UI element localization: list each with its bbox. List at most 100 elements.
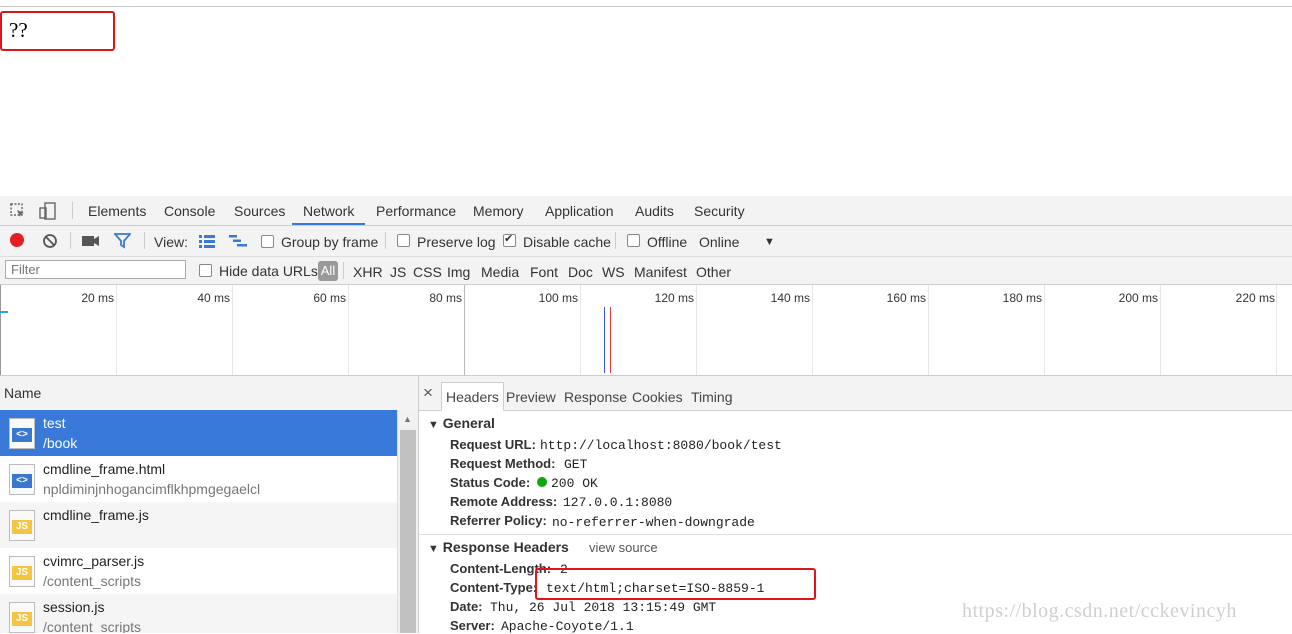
toolbar-separator xyxy=(70,232,71,249)
tab-performance[interactable]: Performance xyxy=(376,196,456,225)
filter-type-ws[interactable]: WS xyxy=(602,264,625,280)
tab-application[interactable]: Application xyxy=(545,196,614,225)
js-file-icon: JS xyxy=(9,602,35,633)
filter-type-font[interactable]: Font xyxy=(530,264,558,280)
offline-checkbox[interactable] xyxy=(627,234,640,247)
scroll-up-arrow-icon[interactable]: ▲ xyxy=(403,414,412,424)
large-rows-icon[interactable] xyxy=(199,234,215,252)
preserve-log-checkbox[interactable] xyxy=(397,234,410,247)
filter-type-css[interactable]: CSS xyxy=(413,264,442,280)
timeline-tick-label: 20 ms xyxy=(81,291,114,305)
record-button[interactable] xyxy=(10,233,24,247)
devtools-tab-bar: Elements Console Sources Network Perform… xyxy=(0,196,1292,226)
requests-list: <> test /book <> cmdline_frame.html npld… xyxy=(0,410,397,633)
request-name: cmdline_frame.html xyxy=(43,461,166,477)
timeline-tick-label: 140 ms xyxy=(770,291,810,305)
filter-type-all[interactable]: All xyxy=(318,261,338,281)
timeline-tick-label: 200 ms xyxy=(1118,291,1158,305)
request-path: npldiminjnhogancimflkhpmgegaelcl xyxy=(43,481,261,497)
referrer-policy-key: Referrer Policy: xyxy=(450,513,547,528)
dropdown-arrow-icon[interactable]: ▼ xyxy=(764,234,775,250)
close-icon[interactable]: × xyxy=(423,383,433,403)
triangle-down-icon: ▼ xyxy=(428,419,439,431)
timeline-tick-label: 80 ms xyxy=(429,291,462,305)
disable-cache-label[interactable]: Disable cache xyxy=(523,234,611,250)
name-column-header[interactable]: Name xyxy=(4,385,41,401)
timeline-gridline xyxy=(812,285,813,375)
request-name: test xyxy=(43,415,66,431)
filter-type-js[interactable]: JS xyxy=(390,264,406,280)
filter-type-xhr[interactable]: XHR xyxy=(353,264,383,280)
requests-scrollbar[interactable]: ▲ xyxy=(397,410,419,633)
filter-type-media[interactable]: Media xyxy=(481,264,519,280)
timeline-tick-label: 220 ms xyxy=(1235,291,1275,305)
remote-address-value: 127.0.0.1:8080 xyxy=(563,495,673,510)
timeline-tick-label: 60 ms xyxy=(313,291,346,305)
request-path: /content_scripts xyxy=(43,573,142,589)
page-top-border xyxy=(0,6,1292,7)
filter-type-img[interactable]: Img xyxy=(447,264,470,280)
camera-icon[interactable] xyxy=(82,234,100,252)
load-event-marker xyxy=(610,307,611,373)
request-row-cvimrc-parser-js[interactable]: JS cvimrc_parser.js /content_scripts xyxy=(0,548,397,594)
detail-tab-cookies[interactable]: Cookies xyxy=(632,389,683,405)
tab-memory[interactable]: Memory xyxy=(473,196,524,225)
timeline-tick-label: 40 ms xyxy=(197,291,230,305)
js-file-icon: JS xyxy=(9,510,35,541)
watermark: https://blog.csdn.net/cckevincyh xyxy=(962,600,1237,622)
tab-elements[interactable]: Elements xyxy=(88,196,146,225)
detail-tab-timing[interactable]: Timing xyxy=(691,389,733,405)
clear-icon[interactable] xyxy=(42,233,58,253)
waterfall-icon[interactable] xyxy=(229,234,247,252)
timeline-gridline xyxy=(232,285,233,375)
view-source-link[interactable]: view source xyxy=(589,540,658,555)
content-type-key: Content-Type: xyxy=(450,580,538,595)
throttling-select[interactable]: Online xyxy=(699,234,739,250)
filter-type-manifest[interactable]: Manifest xyxy=(634,264,687,280)
tab-audits[interactable]: Audits xyxy=(635,196,674,225)
tab-network[interactable]: Network xyxy=(292,196,366,225)
tab-security[interactable]: Security xyxy=(694,196,745,225)
filter-type-other[interactable]: Other xyxy=(696,264,731,280)
timeline-gridline xyxy=(464,285,465,375)
preserve-log-label[interactable]: Preserve log xyxy=(417,234,496,250)
timeline-gridline xyxy=(116,285,117,375)
timeline-gridline xyxy=(928,285,929,375)
request-row-test[interactable]: <> test /book xyxy=(0,410,397,456)
request-row-cmdline-frame-js[interactable]: JS cmdline_frame.js xyxy=(0,502,397,548)
general-section-toggle[interactable]: ▼ General xyxy=(428,415,495,431)
timeline-overview[interactable]: 20 ms 40 ms 60 ms 80 ms 100 ms 120 ms 14… xyxy=(0,285,1292,376)
request-row-session-js[interactable]: JS session.js /content_scripts xyxy=(0,594,397,633)
detail-tab-response[interactable]: Response xyxy=(564,389,627,405)
detail-tab-headers[interactable]: Headers xyxy=(441,382,504,411)
group-by-frame-checkbox[interactable] xyxy=(261,235,274,248)
scrollbar-thumb[interactable] xyxy=(400,430,416,633)
response-headers-section-toggle[interactable]: ▼ Response Headers xyxy=(428,539,569,555)
inspect-element-icon[interactable] xyxy=(9,202,27,220)
filter-separator xyxy=(343,262,344,279)
tab-separator xyxy=(72,202,73,219)
disable-cache-checkbox[interactable] xyxy=(503,232,516,247)
remote-address-key: Remote Address: xyxy=(450,494,558,509)
request-name: cvimrc_parser.js xyxy=(43,553,145,569)
filter-input[interactable] xyxy=(5,260,186,279)
device-toolbar-icon[interactable] xyxy=(39,202,57,220)
hide-data-urls-checkbox[interactable] xyxy=(199,264,212,277)
detail-tab-preview[interactable]: Preview xyxy=(506,389,556,405)
filter-icon[interactable] xyxy=(113,233,132,253)
server-value: Apache-Coyote/1.1 xyxy=(501,619,634,634)
offline-label[interactable]: Offline xyxy=(647,234,687,250)
timeline-tick-label: 120 ms xyxy=(654,291,694,305)
tab-sources[interactable]: Sources xyxy=(234,196,285,225)
server-key: Server: xyxy=(450,618,495,633)
request-row-cmdline-frame-html[interactable]: <> cmdline_frame.html npldiminjnhogancim… xyxy=(0,456,397,502)
timeline-gridline xyxy=(1276,285,1277,375)
request-name: cmdline_frame.js xyxy=(43,507,149,523)
hide-data-urls-label[interactable]: Hide data URLs xyxy=(219,263,318,279)
pane-splitter[interactable] xyxy=(418,376,419,633)
tab-console[interactable]: Console xyxy=(164,196,215,225)
requests-list-header: Name xyxy=(0,376,419,411)
filter-type-doc[interactable]: Doc xyxy=(568,264,593,280)
triangle-down-icon: ▼ xyxy=(428,543,439,555)
group-by-frame-label[interactable]: Group by frame xyxy=(281,234,378,250)
